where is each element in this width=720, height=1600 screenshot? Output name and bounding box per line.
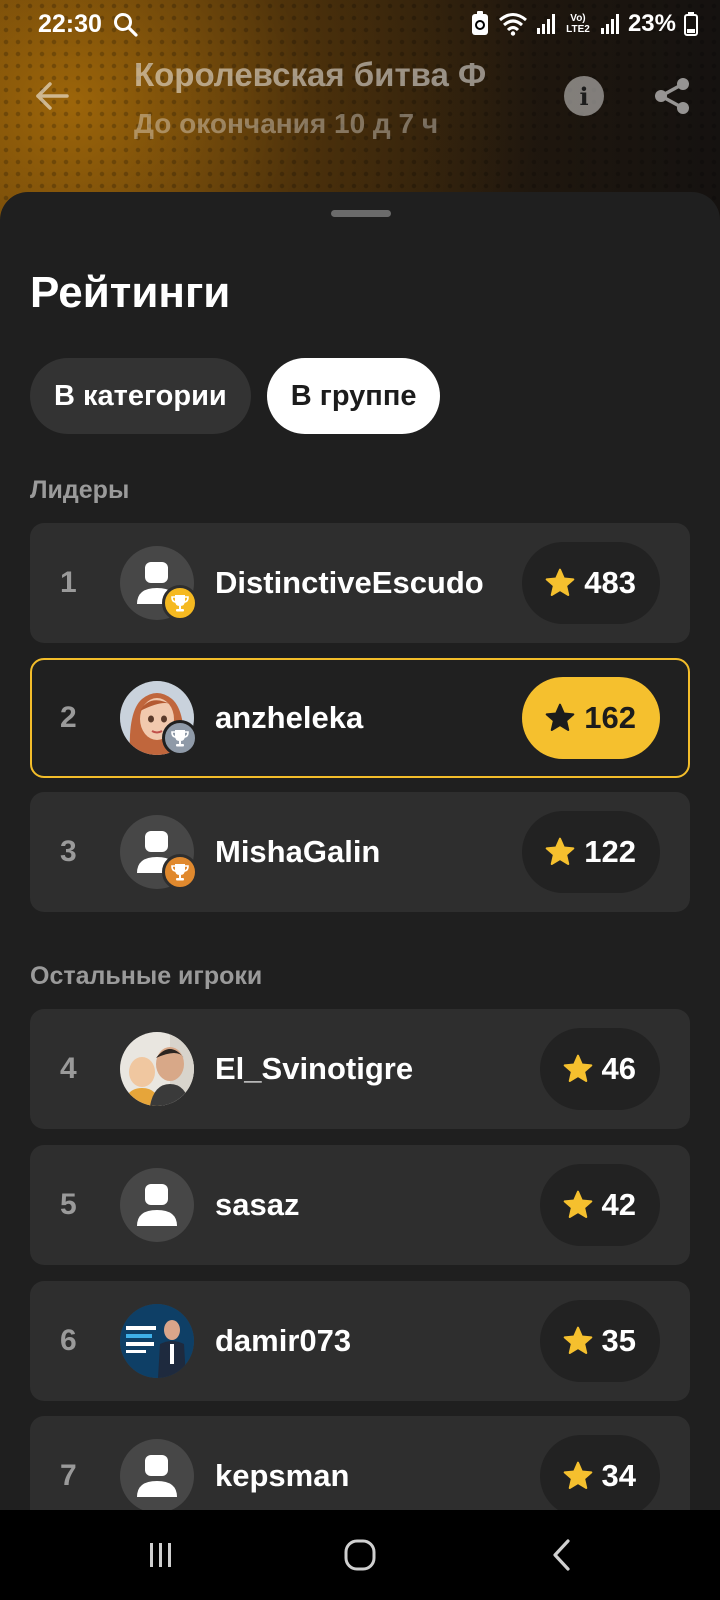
leaders-section-label: Лидеры bbox=[30, 476, 130, 504]
rank-number: 4 bbox=[60, 1052, 77, 1085]
leaderboard-row[interactable]: 4 El_Svinotigre 46 bbox=[30, 1009, 690, 1129]
bronze-trophy-icon bbox=[162, 854, 198, 890]
player-name: damir073 bbox=[215, 1323, 352, 1358]
search-icon bbox=[114, 13, 138, 37]
battery-icon bbox=[684, 12, 698, 36]
wifi-icon bbox=[498, 13, 527, 36]
rank-number: 2 bbox=[60, 701, 77, 734]
recycle-icon bbox=[471, 11, 488, 35]
leaderboard-row[interactable]: 3 MishaGalin 122 bbox=[30, 792, 690, 912]
player-name: El_Svinotigre bbox=[215, 1051, 414, 1086]
tab-category[interactable]: В категории bbox=[30, 358, 251, 434]
default-avatar-icon bbox=[120, 1168, 194, 1242]
star-icon bbox=[545, 703, 575, 731]
score-badge: 162 bbox=[522, 677, 660, 759]
score-value: 46 bbox=[601, 1051, 636, 1086]
status-time: 22:30 bbox=[38, 10, 102, 38]
star-icon bbox=[563, 1461, 592, 1489]
battery-percent: 23% bbox=[627, 10, 676, 37]
star-icon bbox=[545, 837, 575, 865]
signal-icon bbox=[600, 14, 619, 34]
score-value: 34 bbox=[601, 1458, 636, 1493]
home-icon[interactable] bbox=[335, 1530, 385, 1580]
rating-tabs: В категории В группе bbox=[30, 358, 441, 434]
back-nav-icon[interactable] bbox=[538, 1530, 588, 1580]
player-name: sasaz bbox=[215, 1187, 300, 1222]
star-icon bbox=[545, 568, 575, 596]
score-badge: 42 bbox=[539, 1164, 660, 1246]
star-icon bbox=[563, 1326, 592, 1354]
star-icon bbox=[563, 1054, 592, 1082]
default-avatar-icon bbox=[120, 1439, 194, 1513]
tab-group[interactable]: В группе bbox=[266, 358, 441, 434]
share-icon[interactable] bbox=[652, 76, 692, 116]
user-photo-avatar bbox=[120, 1032, 194, 1106]
score-badge: 483 bbox=[522, 542, 660, 624]
rank-number: 3 bbox=[60, 835, 77, 868]
score-badge: 35 bbox=[539, 1300, 660, 1382]
network-type-label: Vo) LTE2 bbox=[566, 13, 590, 35]
back-arrow-icon[interactable] bbox=[34, 78, 70, 114]
user-photo-avatar bbox=[120, 1304, 194, 1378]
others-section-label: Остальные игроки bbox=[30, 962, 263, 990]
score-badge: 122 bbox=[522, 811, 660, 893]
ratings-sheet: Рейтинги В категории В группе Лидеры 1 D… bbox=[0, 192, 720, 1536]
page-subtitle: До окончания 10 д 7 ч bbox=[134, 108, 439, 139]
rank-number: 6 bbox=[60, 1324, 77, 1357]
page-title: Королевская битва Ф bbox=[134, 56, 487, 93]
score-value: 162 bbox=[584, 700, 636, 735]
rank-number: 1 bbox=[60, 566, 77, 599]
player-name: anzheleka bbox=[215, 700, 364, 735]
signal-icon bbox=[536, 14, 555, 34]
score-value: 35 bbox=[601, 1323, 636, 1358]
leaderboard-row[interactable]: 5 sasaz 42 bbox=[30, 1145, 690, 1265]
score-value: 483 bbox=[584, 565, 636, 600]
drag-handle[interactable] bbox=[331, 210, 391, 217]
score-badge: 34 bbox=[539, 1435, 660, 1517]
rank-number: 5 bbox=[60, 1188, 77, 1221]
player-name: MishaGalin bbox=[215, 834, 381, 869]
info-icon[interactable]: i bbox=[564, 76, 604, 116]
score-value: 42 bbox=[601, 1187, 636, 1222]
score-value: 122 bbox=[584, 834, 636, 869]
leaderboard-row-current-user[interactable]: 2 anzheleka 162 bbox=[30, 658, 690, 778]
status-bar: 22:30 Vo) LTE2 23% bbox=[0, 0, 720, 52]
player-name: DistinctiveEscudo bbox=[215, 565, 484, 600]
silver-trophy-icon bbox=[162, 720, 198, 756]
recent-apps-icon[interactable] bbox=[136, 1530, 186, 1580]
system-navigation-bar bbox=[0, 1510, 720, 1600]
leaderboard-row[interactable]: 1 DistinctiveEscudo 483 bbox=[30, 523, 690, 643]
gold-trophy-icon bbox=[162, 585, 198, 621]
leaderboard-row[interactable]: 6 damir073 35 bbox=[30, 1281, 690, 1401]
sheet-title: Рейтинги bbox=[30, 268, 231, 317]
star-icon bbox=[563, 1190, 592, 1218]
score-badge: 46 bbox=[539, 1028, 660, 1110]
